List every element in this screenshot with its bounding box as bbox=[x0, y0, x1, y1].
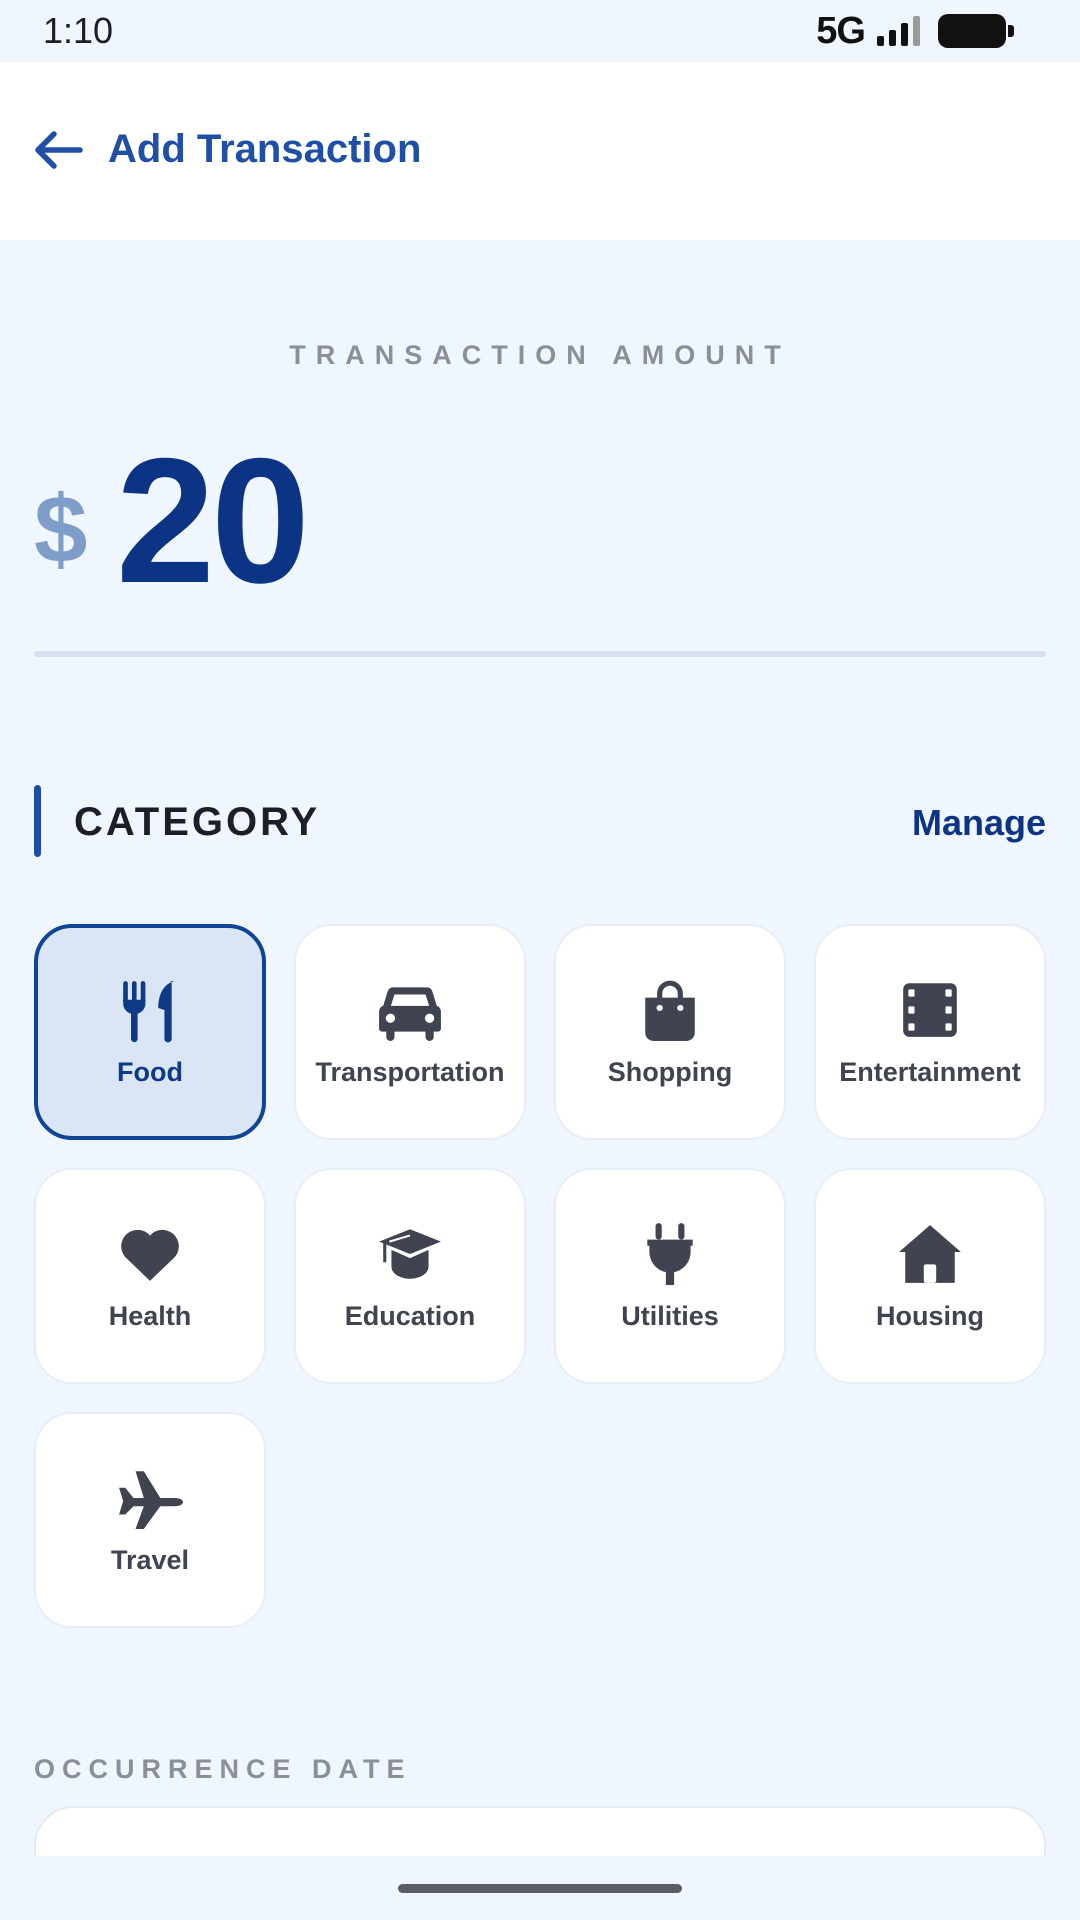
house-icon bbox=[897, 1221, 963, 1287]
film-icon bbox=[897, 977, 963, 1043]
category-entertainment[interactable]: Entertainment bbox=[814, 924, 1046, 1140]
category-label: Entertainment bbox=[839, 1056, 1021, 1087]
plug-icon bbox=[637, 1221, 703, 1287]
category-transportation[interactable]: Transportation bbox=[294, 924, 526, 1140]
home-indicator[interactable] bbox=[398, 1884, 682, 1893]
category-shopping[interactable]: Shopping bbox=[554, 924, 786, 1140]
category-utilities[interactable]: Utilities bbox=[554, 1168, 786, 1384]
app-bar: Add Transaction bbox=[0, 62, 1080, 240]
heart-icon bbox=[117, 1221, 183, 1287]
status-time: 1:10 bbox=[43, 10, 114, 51]
category-education[interactable]: Education bbox=[294, 1168, 526, 1384]
category-label: Housing bbox=[876, 1300, 984, 1331]
amount-input[interactable]: 20 bbox=[116, 432, 310, 610]
graduation-cap-icon bbox=[377, 1221, 443, 1287]
occurrence-date-label: OCCURRENCE DATE bbox=[34, 1754, 412, 1784]
page-title: Add Transaction bbox=[108, 127, 422, 171]
category-label: Education bbox=[344, 1300, 476, 1331]
status-bar: 1:10 5G bbox=[0, 0, 1080, 62]
category-accent-bar bbox=[34, 785, 41, 857]
category-travel[interactable]: Travel bbox=[34, 1412, 266, 1628]
plane-icon bbox=[117, 1465, 183, 1531]
category-title: CATEGORY bbox=[74, 800, 321, 844]
status-indicators: 5G bbox=[816, 9, 1014, 52]
category-label: Travel bbox=[110, 1544, 190, 1575]
category-label: Shopping bbox=[607, 1056, 733, 1087]
manage-categories-button[interactable]: Manage bbox=[912, 802, 1046, 844]
arrow-left-icon bbox=[35, 131, 83, 169]
battery-icon bbox=[938, 14, 1014, 48]
amount-label: TRANSACTION AMOUNT bbox=[289, 340, 791, 370]
network-type: 5G bbox=[816, 9, 866, 52]
category-health[interactable]: Health bbox=[34, 1168, 266, 1384]
category-label: Utilities bbox=[621, 1300, 719, 1331]
signal-icon bbox=[877, 16, 920, 46]
shopping-bag-icon bbox=[637, 977, 703, 1043]
category-label: Health bbox=[108, 1300, 192, 1331]
back-button[interactable] bbox=[30, 122, 86, 178]
currency-symbol: $ bbox=[34, 476, 88, 583]
amount-underline bbox=[34, 651, 1046, 657]
category-label: Transportation bbox=[315, 1056, 505, 1087]
category-label: Food bbox=[117, 1056, 183, 1087]
category-food[interactable]: Food bbox=[34, 924, 266, 1140]
utensils-icon bbox=[117, 977, 183, 1043]
car-icon bbox=[377, 977, 443, 1043]
category-housing[interactable]: Housing bbox=[814, 1168, 1046, 1384]
